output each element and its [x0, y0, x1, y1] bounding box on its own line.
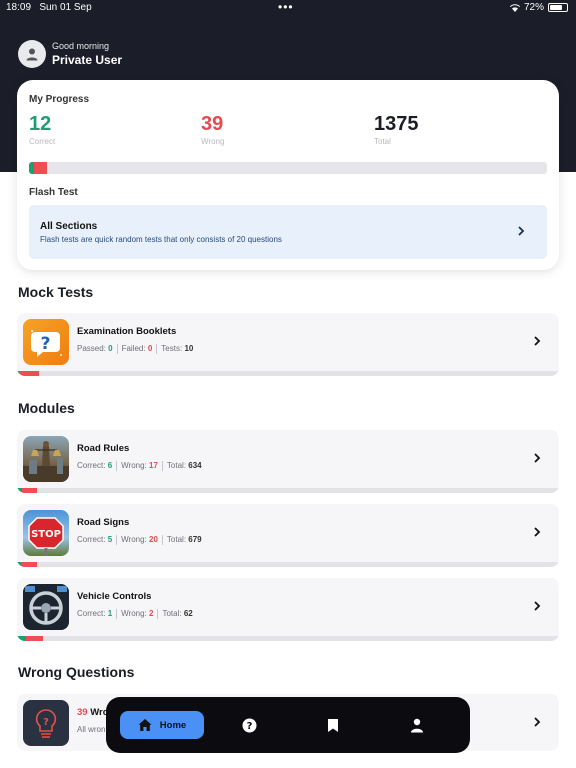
person-icon	[26, 48, 38, 61]
chevron-right-icon	[518, 226, 525, 236]
question-bubble-icon: ?	[23, 319, 69, 365]
card-meta: Correct: 6 Wrong: 17 Total: 634	[77, 461, 202, 471]
card-title: Vehicle Controls	[77, 591, 152, 602]
card-progress-bar	[17, 488, 559, 493]
flash-box-title: All Sections	[40, 221, 98, 232]
chevron-right-icon	[534, 453, 541, 463]
card-title: 39 Wro	[77, 707, 109, 718]
lightbulb-icon: ?	[23, 700, 69, 746]
chevron-right-icon	[534, 717, 541, 727]
battery-icon	[548, 3, 568, 12]
mock-test-card-examination-booklets[interactable]: ? Examination Booklets Passed: 0 Failed: …	[17, 313, 559, 376]
wrong-questions-heading: Wrong Questions	[18, 664, 135, 680]
progress-bar-wrong	[33, 162, 48, 174]
card-title: Road Signs	[77, 517, 130, 528]
correct-count: 12	[29, 113, 52, 135]
stop-sign-icon: STOP	[23, 510, 69, 556]
total-stat: 1375 Total	[374, 113, 419, 146]
progress-bar	[29, 162, 547, 174]
status-right: 72%	[509, 2, 568, 13]
card-meta: Correct: 1 Wrong: 2 Total: 62	[77, 609, 193, 619]
total-label: Total	[374, 137, 391, 146]
tab-profile[interactable]	[402, 711, 432, 739]
flash-test-all-sections[interactable]: All Sections Flash tests are quick rando…	[29, 205, 547, 259]
card-title: Examination Booklets	[77, 326, 177, 337]
svg-text:?: ?	[246, 721, 252, 732]
svg-text:STOP: STOP	[31, 529, 61, 540]
avatar[interactable]	[18, 40, 46, 68]
mock-tests-heading: Mock Tests	[18, 284, 94, 300]
wrong-stat: 39 Wrong	[201, 113, 224, 146]
wrong-label: Wrong	[201, 137, 225, 146]
help-icon: ?	[242, 718, 256, 732]
correct-label: Correct	[29, 137, 56, 146]
correct-stat: 12 Correct	[29, 113, 55, 146]
module-card-road-signs[interactable]: STOP Road Signs Correct: 5 Wrong: 20 Total…	[17, 504, 559, 567]
card-progress-bar	[17, 371, 559, 376]
wrong-count: 39	[201, 113, 224, 135]
chevron-right-icon	[534, 527, 541, 537]
svg-text:?: ?	[41, 334, 51, 354]
tab-home-label: Home	[159, 719, 187, 731]
flash-test-title: Flash Test	[29, 187, 78, 198]
user-name: Private User	[52, 53, 123, 67]
wifi-icon	[509, 3, 520, 12]
card-meta: Correct: 5 Wrong: 20 Total: 679	[77, 535, 202, 545]
greeting-text: Good morning	[52, 41, 110, 51]
user-profile[interactable]: Good morning Private User	[18, 40, 122, 68]
tab-bookmarks[interactable]	[318, 711, 348, 739]
home-icon	[138, 719, 152, 731]
tab-help[interactable]: ?	[234, 711, 264, 739]
status-time: 18:09 Sun 01 Sep	[6, 2, 92, 13]
flash-box-description: Flash tests are quick random tests that …	[40, 235, 282, 244]
battery-percent: 72%	[523, 2, 544, 13]
total-count: 1375	[374, 113, 419, 135]
card-progress-bar	[17, 562, 559, 567]
tab-home[interactable]: Home	[120, 711, 204, 739]
card-progress-bar	[17, 636, 559, 641]
module-card-road-rules[interactable]: Road Rules Correct: 6 Wrong: 17 Total: 634	[17, 430, 559, 493]
steering-wheel-icon	[23, 584, 69, 630]
chevron-right-icon	[534, 336, 541, 346]
card-title: Road Rules	[77, 443, 130, 454]
bookmark-icon	[328, 718, 338, 732]
status-bar: 18:09 Sun 01 Sep ••• 72%	[0, 0, 576, 16]
progress-card: My Progress 12 Correct 39 Wrong 1375 Tot…	[17, 80, 559, 270]
module-card-vehicle-controls[interactable]: Vehicle Controls Correct: 1 Wrong: 2 Total…	[17, 578, 559, 641]
multitask-dots-icon[interactable]: •••	[278, 0, 294, 14]
chevron-right-icon	[534, 601, 541, 611]
card-meta: All wron	[77, 725, 106, 734]
progress-title: My Progress	[29, 94, 90, 105]
profile-icon	[411, 718, 423, 732]
card-meta: Passed: 0 Failed: 0 Tests: 10	[77, 344, 194, 354]
bottom-tab-bar: Home ?	[106, 697, 470, 753]
svg-text:?: ?	[43, 717, 49, 728]
justice-statue-icon	[23, 436, 69, 482]
modules-heading: Modules	[18, 400, 75, 416]
